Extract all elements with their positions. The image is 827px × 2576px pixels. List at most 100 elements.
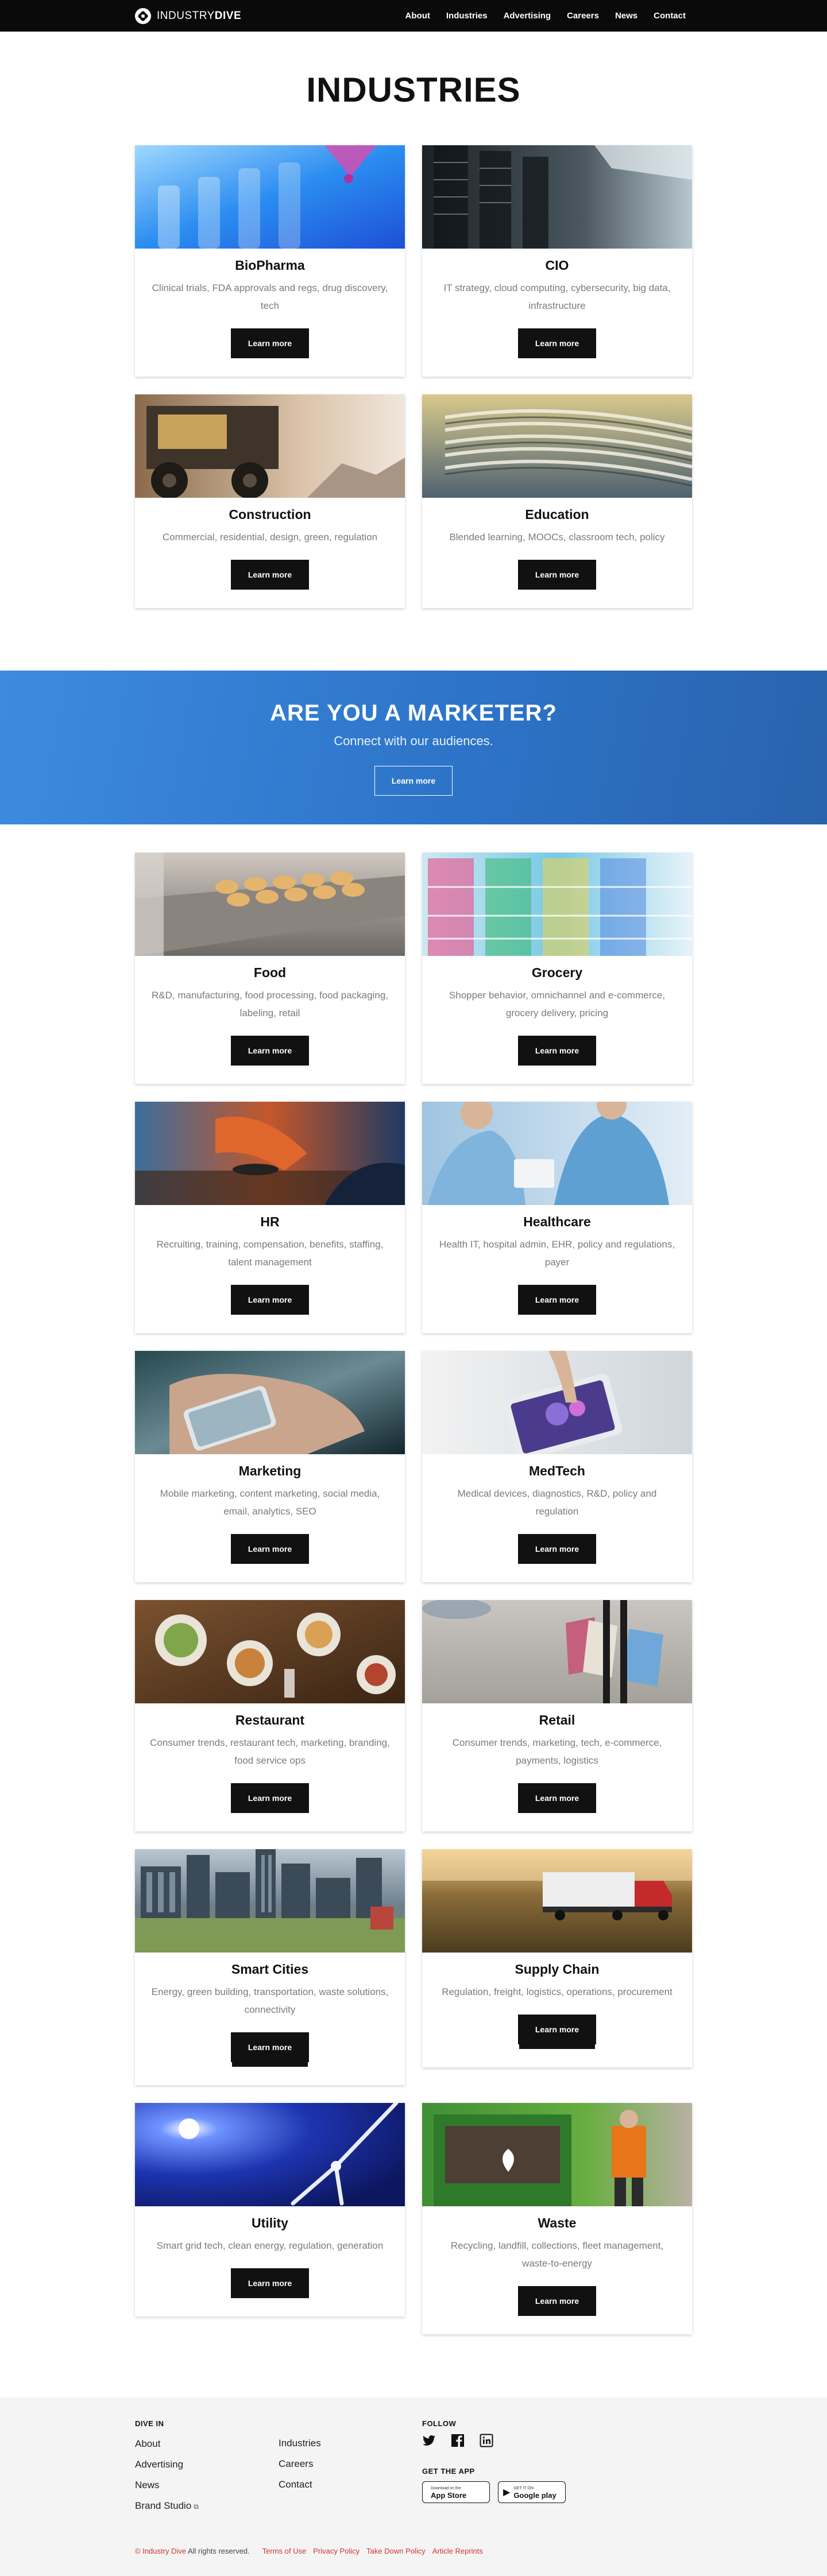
- industry-card-hr: HR Recruiting, training, compensation, b…: [135, 1102, 405, 1333]
- industry-card-waste: Waste Recycling, landfill, collections, …: [422, 2103, 692, 2334]
- industry-dive-logo[interactable]: INDUSTRYDIVE: [135, 7, 241, 25]
- footer-link-terms[interactable]: Terms of Use: [262, 2547, 307, 2555]
- footer-link-industry-dive[interactable]: Industry Dive: [142, 2547, 186, 2555]
- learn-more-button[interactable]: Learn more: [518, 328, 596, 358]
- card-description: Consumer trends, restaurant tech, market…: [150, 1737, 390, 1766]
- card-description: Clinical trials, FDA approvals and regs,…: [152, 282, 388, 311]
- footer-heading-dive-in: DIVE IN: [135, 2419, 164, 2428]
- social-links: [422, 2434, 566, 2447]
- education-image: [422, 394, 692, 498]
- learn-more-button[interactable]: Learn more: [518, 1036, 596, 1066]
- learn-more-button[interactable]: Learn more: [231, 1534, 309, 1564]
- twitter-icon[interactable]: [422, 2434, 436, 2447]
- card-description: Commercial, residential, design, green, …: [162, 532, 378, 543]
- industry-card-restaurant: Restaurant Consumer trends, restaurant t…: [135, 1600, 405, 1831]
- nav-careers[interactable]: Careers: [567, 11, 599, 21]
- utility-image: [135, 2103, 405, 2206]
- industry-card-food: Food R&D, manufacturing, food processing…: [135, 853, 405, 1084]
- card-title: HR: [260, 1214, 280, 1229]
- footer-secondary-column: Industries Careers Contact: [279, 2433, 321, 2495]
- learn-more-button[interactable]: Learn more: [231, 1783, 309, 1813]
- card-description: Health IT, hospital admin, EHR, policy a…: [439, 1239, 675, 1268]
- learn-more-button[interactable]: Learn more: [518, 2286, 596, 2316]
- card-title: CIO: [545, 258, 569, 273]
- footer-link-reprints[interactable]: Article Reprints: [432, 2547, 483, 2555]
- card-description: Medical devices, diagnostics, R&D, polic…: [457, 1488, 657, 1517]
- card-description: Blended learning, MOOCs, classroom tech,…: [449, 532, 665, 543]
- grocery-image: [422, 853, 692, 956]
- learn-more-button[interactable]: Learn more: [231, 1285, 309, 1315]
- card-title: Marketing: [238, 1463, 302, 1478]
- food-image: [135, 853, 405, 956]
- industry-card-retail: Retail Consumer trends, marketing, tech,…: [422, 1600, 692, 1831]
- footer-heading-get-the-app: GET THE APP: [422, 2467, 475, 2476]
- app-store-badge[interactable]: Download on the App Store: [422, 2481, 490, 2503]
- biopharma-image: [135, 145, 405, 249]
- nav-about[interactable]: About: [405, 11, 430, 21]
- learn-more-button[interactable]: Learn more: [231, 2268, 309, 2298]
- copyright: © Industry Dive All rights reserved.: [135, 2547, 250, 2555]
- learn-more-button[interactable]: Learn more: [231, 1036, 309, 1066]
- nav-advertising[interactable]: Advertising: [504, 11, 551, 21]
- footer-link-careers[interactable]: Careers: [279, 2454, 321, 2474]
- facebook-icon[interactable]: [451, 2434, 465, 2447]
- card-title: Waste: [538, 2215, 577, 2230]
- footer-link-industries[interactable]: Industries: [279, 2433, 321, 2454]
- industry-card-education: Education Blended learning, MOOCs, class…: [422, 394, 692, 608]
- footer-dive-in-column: DIVE IN About Advertising News Brand Stu…: [135, 2419, 199, 2517]
- card-title: Restaurant: [235, 1713, 305, 1727]
- nav-contact[interactable]: Contact: [654, 11, 686, 21]
- card-title: MedTech: [529, 1463, 585, 1478]
- healthcare-image: [422, 1102, 692, 1205]
- google-play-badge[interactable]: ▶ GET IT ON Google play: [498, 2481, 566, 2503]
- card-title: Construction: [229, 507, 311, 522]
- footer-link-privacy[interactable]: Privacy Policy: [313, 2547, 360, 2555]
- card-title: Retail: [539, 1713, 575, 1727]
- learn-more-button[interactable]: Learn more: [518, 560, 596, 590]
- industry-card-supply-chain: Supply Chain Regulation, freight, logist…: [422, 1849, 692, 2067]
- industry-card-utility: Utility Smart grid tech, clean energy, r…: [135, 2103, 405, 2317]
- card-description: Smart grid tech, clean energy, regulatio…: [156, 2240, 384, 2251]
- linkedin-icon[interactable]: [480, 2434, 493, 2447]
- supply-chain-image: [422, 1849, 692, 1953]
- card-description: IT strategy, cloud computing, cybersecur…: [443, 282, 671, 311]
- footer-link-brand-studio[interactable]: Brand Studio ⧉: [135, 2496, 199, 2517]
- learn-more-button[interactable]: Learn more: [518, 1285, 596, 1315]
- footer-link-take-down[interactable]: Take Down Policy: [366, 2547, 426, 2555]
- banner-subtitle: Connect with our audiences.: [334, 734, 493, 748]
- banner-title: ARE YOU A MARKETER?: [270, 700, 557, 726]
- top-navigation-bar: INDUSTRYDIVE About Industries Advertisin…: [0, 0, 827, 32]
- app-badges: Download on the App Store ▶ GET IT ON Goog…: [422, 2481, 566, 2503]
- logo-text: INDUSTRYDIVE: [157, 10, 242, 22]
- nav-industries[interactable]: Industries: [446, 11, 488, 21]
- footer-link-contact[interactable]: Contact: [279, 2474, 321, 2495]
- nav-news[interactable]: News: [615, 11, 637, 21]
- learn-more-button[interactable]: Learn more: [231, 328, 309, 358]
- card-description: Consumer trends, marketing, tech, e-comm…: [452, 1737, 662, 1766]
- logo-mark-icon: [135, 8, 151, 24]
- page-title: INDUSTRIES: [306, 71, 521, 109]
- restaurant-image: [135, 1600, 405, 1703]
- banner-learn-more-button[interactable]: Learn more: [374, 766, 453, 796]
- medtech-image: [422, 1351, 692, 1454]
- card-description: Energy, green building, transportation, …: [151, 1986, 389, 2015]
- learn-more-button[interactable]: Learn more: [518, 2015, 596, 2044]
- industry-card-marketing: Marketing Mobile marketing, content mark…: [135, 1351, 405, 1582]
- card-title: Supply Chain: [515, 1962, 600, 1977]
- retail-image: [422, 1600, 692, 1703]
- footer-link-news[interactable]: News: [135, 2475, 199, 2496]
- card-title: BioPharma: [235, 258, 305, 273]
- footer-link-advertising[interactable]: Advertising: [135, 2454, 199, 2475]
- marketer-banner: ARE YOU A MARKETER? Connect with our aud…: [0, 671, 827, 824]
- card-description: Shopper behavior, omnichannel and e-comm…: [449, 990, 666, 1018]
- learn-more-button[interactable]: Learn more: [231, 560, 309, 590]
- industry-card-grocery: Grocery Shopper behavior, omnichannel an…: [422, 853, 692, 1084]
- hr-image: [135, 1102, 405, 1205]
- footer-link-about[interactable]: About: [135, 2434, 199, 2454]
- card-description: Regulation, freight, logistics, operatio…: [442, 1986, 673, 1997]
- card-title: Healthcare: [523, 1214, 591, 1229]
- learn-more-button[interactable]: Learn more: [231, 2032, 309, 2062]
- marketing-image: [135, 1351, 405, 1454]
- learn-more-button[interactable]: Learn more: [518, 1783, 596, 1813]
- learn-more-button[interactable]: Learn more: [518, 1534, 596, 1564]
